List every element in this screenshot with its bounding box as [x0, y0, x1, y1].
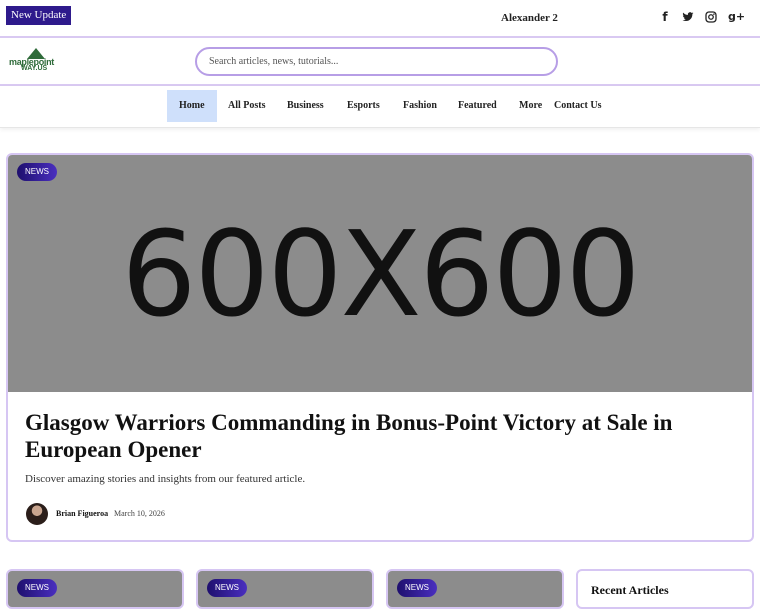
nav-fashion[interactable]: Fashion	[403, 90, 437, 122]
nav-all-posts[interactable]: All Posts	[228, 90, 266, 122]
featured-article-card[interactable]: 600X600 NEWS Glasgow Warriors Commanding…	[6, 153, 754, 542]
nav-contact-us[interactable]: Contact Us	[554, 90, 602, 122]
featured-description: Discover amazing stories and insights fr…	[25, 473, 306, 485]
author-name[interactable]: Brian Figueroa	[56, 509, 108, 518]
nav-home[interactable]: Home	[167, 90, 217, 122]
article-card[interactable]: NEWS	[386, 569, 564, 609]
author-avatar	[26, 503, 48, 525]
facebook-icon[interactable]: f	[659, 11, 671, 23]
nav-featured[interactable]: Featured	[458, 90, 497, 122]
featured-thumbnail[interactable]: 600X600	[8, 155, 752, 392]
nav-esports[interactable]: Esports	[347, 90, 380, 122]
recent-articles-widget: Recent Articles	[576, 569, 754, 609]
nav-business[interactable]: Business	[287, 90, 324, 122]
publish-date: March 10, 2026	[114, 509, 165, 518]
article-card[interactable]: NEWS	[196, 569, 374, 609]
logo-text-line2: WAY.US	[21, 65, 48, 72]
thumbnail-placeholder-text: 600X600	[121, 204, 640, 343]
search-input[interactable]	[209, 56, 539, 67]
google-plus-icon[interactable]: g+	[728, 11, 745, 23]
top-bar: New Update Alexander 2 f g+	[0, 0, 760, 38]
featured-title[interactable]: Glasgow Warriors Commanding in Bonus-Poi…	[25, 409, 745, 463]
user-name[interactable]: Alexander 2	[501, 12, 558, 24]
article-card[interactable]: NEWS	[6, 569, 184, 609]
new-update-button[interactable]: New Update	[6, 6, 72, 25]
search-box	[195, 47, 558, 76]
category-badge[interactable]: NEWS	[17, 163, 57, 181]
main-nav: Home All Posts Business Esports Fashion …	[0, 86, 760, 128]
instagram-icon[interactable]	[705, 11, 717, 23]
twitter-icon[interactable]	[682, 11, 694, 23]
category-badge[interactable]: NEWS	[207, 579, 247, 597]
site-logo[interactable]: maplepoint WAY.US	[9, 48, 63, 74]
recent-articles-heading: Recent Articles	[591, 583, 669, 597]
social-links: f g+	[659, 11, 745, 24]
category-badge[interactable]: NEWS	[397, 579, 437, 597]
category-badge[interactable]: NEWS	[17, 579, 57, 597]
nav-more[interactable]: More	[519, 90, 542, 122]
header-bar: maplepoint WAY.US	[0, 38, 760, 86]
